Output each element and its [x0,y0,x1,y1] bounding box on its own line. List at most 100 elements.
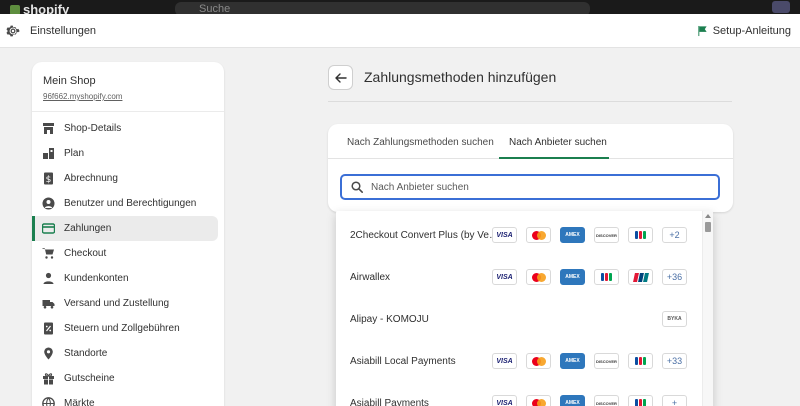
gift-icon [42,372,55,385]
sidebar-item-label: Zahlungen [64,223,112,234]
shopify-bag-icon [10,5,20,14]
cart-icon [42,247,55,260]
discover-icon: DISCOVER [594,227,619,243]
unionpay-icon [628,269,653,285]
shop-url[interactable]: 96f662.myshopify.com [43,92,213,101]
setup-guide-link[interactable]: Setup-Anleitung [697,25,791,37]
more-methods-badge: +2 [662,227,687,243]
divider [328,101,732,102]
provider-name: 2Checkout Convert Plus (by Verifo... [350,230,500,241]
jcb-icon [628,227,653,243]
visa-icon: VISA [492,269,517,285]
settings-header: Einstellungen Setup-Anleitung [0,14,800,48]
provider-name: Airwallex [350,272,391,283]
list-item-provider[interactable]: Alipay - KOMOJU BYKA [336,299,702,341]
sidebar-item-label: Benutzer und Berechtigungen [64,198,197,209]
more-methods-badge: +36 [662,269,687,285]
discover-icon: DISCOVER [594,353,619,369]
sidebar-item-plan[interactable]: Plan [32,141,224,166]
sidebar-item-users[interactable]: Benutzer und Berechtigungen [32,191,224,216]
sidebar-item-gift-cards[interactable]: Gutscheine [32,366,224,391]
mastercard-icon [526,269,551,285]
background-topbar: shopify Suche [0,0,800,14]
dropdown-scrollbar[interactable] [702,211,713,406]
mastercard-icon [526,353,551,369]
billing-icon: $ [42,172,55,185]
amex-icon: AMEX [560,269,585,285]
payment-badges: VISA AMEX DISCOVER + [492,395,687,406]
sidebar-item-label: Steuern und Zollgebühren [64,323,180,334]
svg-text:$: $ [46,175,52,185]
sidebar-item-label: Standorte [64,348,108,359]
tab-bar: Nach Zahlungsmethoden suchen Nach Anbiet… [328,124,733,159]
visa-icon: VISA [492,395,517,406]
sidebar-item-label: Märkte [64,398,95,406]
payment-badges: VISA AMEX +36 [492,269,687,285]
list-item-provider[interactable]: Asiabill Payments VISA AMEX DISCOVER + [336,383,702,406]
list-item-provider[interactable]: Asiabill Local Payments VISA AMEX DISCOV… [336,341,702,383]
provider-search-field[interactable] [340,174,720,200]
list-item-provider[interactable]: Airwallex VISA AMEX +36 [336,257,702,299]
gear-icon [6,25,20,37]
sidebar-item-customer-accounts[interactable]: Kundenkonten [32,266,224,291]
tab-search-payment-methods[interactable]: Nach Zahlungsmethoden suchen [347,137,494,148]
sidebar-item-label: Plan [64,148,85,159]
payments-icon [42,222,55,235]
amex-icon: AMEX [560,227,585,243]
globe-icon [42,397,55,406]
payment-badges: VISA AMEX DISCOVER +33 [492,353,687,369]
shop-info: Mein Shop 96f662.myshopify.com [32,62,224,112]
header-title: Einstellungen [30,25,97,37]
mastercard-icon [526,227,551,243]
scroll-up-arrow[interactable] [705,214,711,218]
amex-icon: AMEX [560,395,585,406]
jcb-icon [594,269,619,285]
sidebar-item-markets[interactable]: Märkte [32,391,224,406]
page-title: Zahlungsmethoden hinzufügen [364,69,557,85]
back-button[interactable] [328,65,353,90]
provider-name: Asiabill Local Payments [350,356,456,367]
location-icon [42,347,55,360]
provider-results-dropdown: 2Checkout Convert Plus (by Verifo... VIS… [336,211,713,406]
visa-icon: VISA [492,227,517,243]
sidebar-nav: Shop-Details Plan $ Abrechnung Benutzer … [32,112,224,406]
more-methods-badge: +33 [662,353,687,369]
more-methods-badge: + [662,395,687,406]
customer-icon [42,272,55,285]
provider-name: Alipay - KOMOJU [350,314,429,325]
sidebar-item-label: Shop-Details [64,123,122,134]
mastercard-icon [526,395,551,406]
shop-name: Mein Shop [43,75,96,87]
active-tab-indicator [499,157,609,159]
provider-search-input[interactable] [371,181,701,193]
jcb-icon [628,395,653,406]
logo-text: shopify [23,2,70,14]
list-item-provider[interactable]: 2Checkout Convert Plus (by Verifo... VIS… [336,215,702,257]
sidebar-item-label: Checkout [64,248,107,259]
avatar [772,1,790,13]
amex-icon: AMEX [560,353,585,369]
sidebar-item-label: Abrechnung [64,173,118,184]
sidebar-item-label: Versand und Zustellung [64,298,170,309]
user-icon [42,197,55,210]
store-icon [42,122,55,135]
sidebar-item-shipping[interactable]: Versand und Zustellung [32,291,224,316]
visa-icon: VISA [492,353,517,369]
flag-icon [698,25,707,37]
plan-icon [42,147,55,160]
truck-icon [42,297,55,310]
sidebar-item-payments[interactable]: Zahlungen [32,216,218,241]
sidebar-item-billing[interactable]: $ Abrechnung [32,166,224,191]
sidebar-item-locations[interactable]: Standorte [32,341,224,366]
sidebar-item-shop-details[interactable]: Shop-Details [32,116,224,141]
bank-transfer-icon: BYKA [662,311,687,327]
sidebar-item-taxes[interactable]: Steuern und Zollgebühren [32,316,224,341]
payment-badges: BYKA [662,311,687,327]
payment-badges: VISA AMEX DISCOVER +2 [492,227,687,243]
sidebar-item-label: Kundenkonten [64,273,129,284]
setup-guide-label: Setup-Anleitung [712,25,791,37]
tab-search-providers[interactable]: Nach Anbieter suchen [509,137,607,148]
provider-name: Asiabill Payments [350,398,429,406]
sidebar-item-checkout[interactable]: Checkout [32,241,224,266]
scroll-thumb[interactable] [705,222,711,232]
